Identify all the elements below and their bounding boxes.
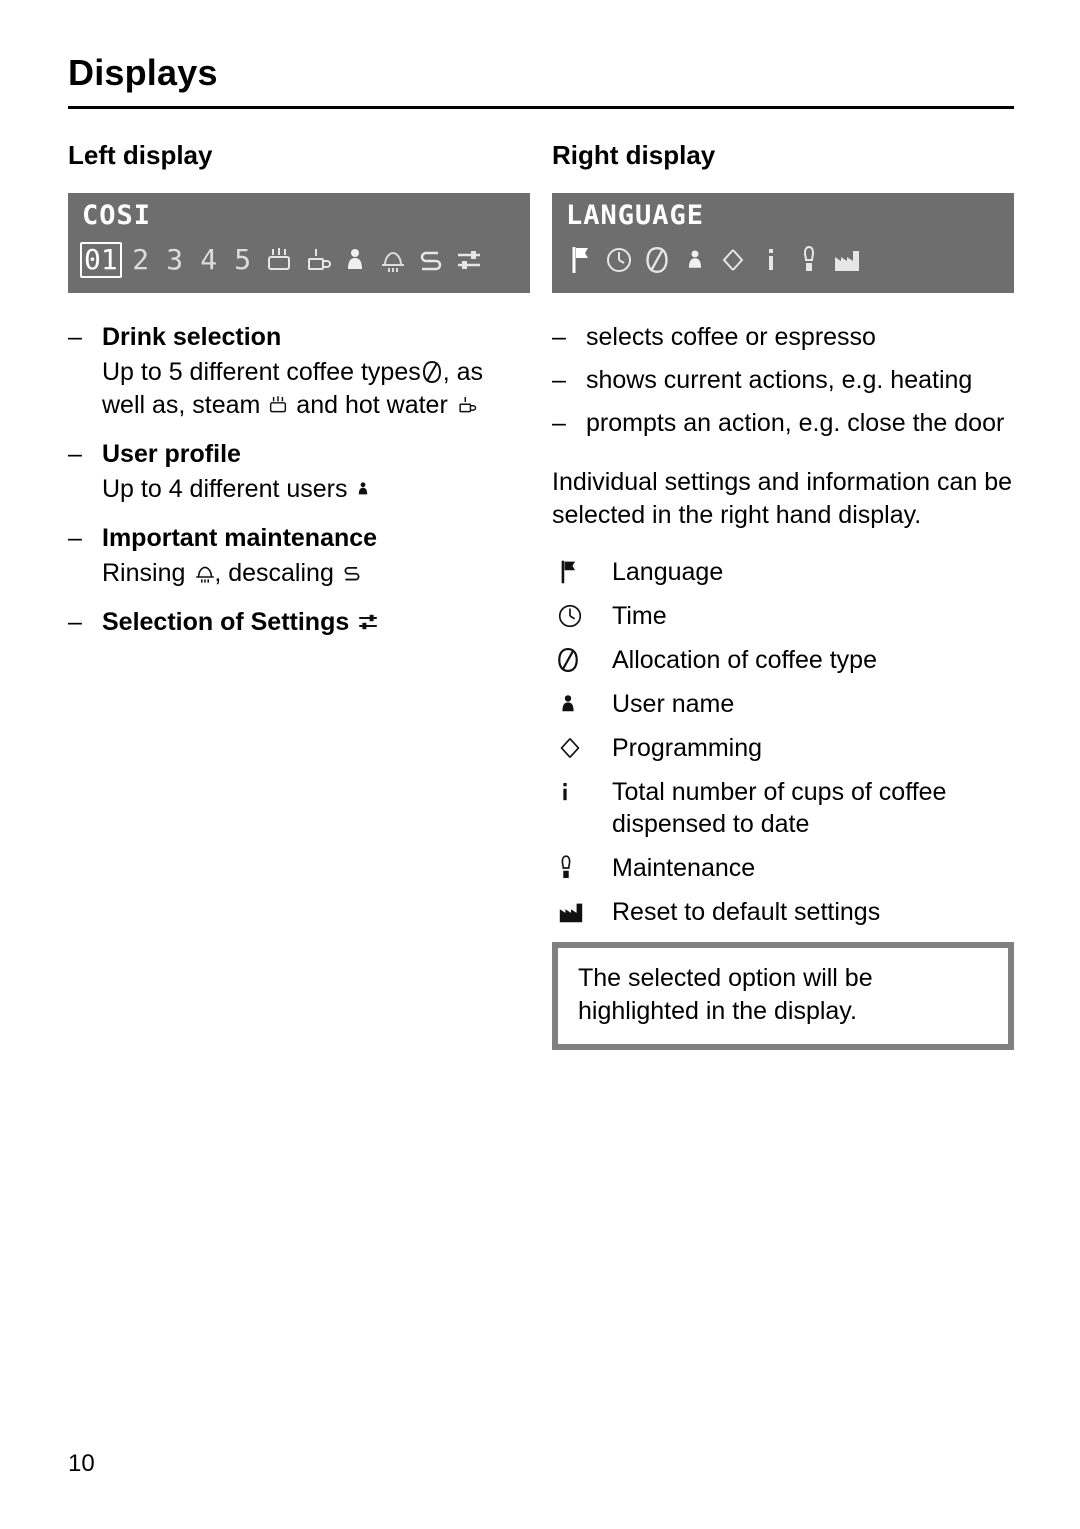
legend-item-programming: Programming <box>552 732 1014 764</box>
left-item-important-maintenance-desc: Rinsing , descaling <box>68 557 530 590</box>
left-item-user-profile: – User profile <box>68 438 530 471</box>
time-clock-icon <box>552 600 612 632</box>
document-page: Displays Left display COSI 01 2 3 4 5 – … <box>0 0 1080 1529</box>
right-description-body: – selects coffee or espresso – shows cur… <box>552 321 1014 1050</box>
desc-text-b: , descaling <box>214 559 334 587</box>
legend-item-allocation: Allocation of coffee type <box>552 644 1014 676</box>
desc-text-c: and hot water <box>296 391 448 419</box>
time-clock-icon[interactable] <box>602 243 636 277</box>
legend-item-info-label: Total number of cups of coffee dispensed… <box>612 778 947 838</box>
language-flag-icon[interactable] <box>564 243 598 277</box>
right-bullet-1-text: selects coffee or espresso <box>586 323 876 351</box>
drink-cell-3[interactable]: 3 <box>160 244 190 276</box>
steam-icon <box>267 393 289 417</box>
reset-factory-icon[interactable] <box>830 243 864 277</box>
descaling-icon <box>341 561 363 585</box>
language-flag-icon <box>552 556 612 588</box>
maintenance-icon <box>552 852 612 884</box>
left-description-body: – Drink selection Up to 5 different coff… <box>68 321 530 639</box>
right-display-icon-row <box>560 235 1006 283</box>
legend-item-time: Time <box>552 600 1014 632</box>
right-paragraph: Individual settings and information can … <box>552 468 1013 529</box>
drink-cell-2[interactable]: 2 <box>126 244 156 276</box>
left-item-drink-selection-desc: Up to 5 different coffee types, as well … <box>68 356 530 422</box>
right-bullet-2: – shows current actions, e.g. heating <box>552 364 1014 397</box>
dash-marker: – <box>552 323 566 351</box>
programming-arrow-icon <box>552 732 612 764</box>
dash-marker: – <box>552 366 566 394</box>
legend-item-reset: Reset to default settings <box>552 896 1014 928</box>
settings-icon[interactable] <box>452 243 486 277</box>
legend-item-language: Language <box>552 556 1014 588</box>
right-column-heading: Right display <box>552 140 716 170</box>
user-profile-icon[interactable] <box>338 243 372 277</box>
left-column: Left display COSI 01 2 3 4 5 – Drink sel… <box>68 140 530 641</box>
legend-item-programming-label: Programming <box>612 734 763 762</box>
desc-text-a: Rinsing <box>102 559 186 587</box>
info-icon <box>552 776 612 808</box>
desc-text-a: Up to 5 different coffee types <box>102 358 421 386</box>
legend-item-maintenance: Maintenance <box>552 852 1014 884</box>
hot-water-icon <box>455 393 477 417</box>
right-bullet-3: – prompts an action, e.g. close the door <box>552 407 1014 440</box>
legend-item-user-name-label: User name <box>612 690 735 718</box>
note-box: The selected option will be highlighted … <box>552 942 1014 1050</box>
right-bullet-2-text: shows current actions, e.g. heating <box>586 366 973 394</box>
drink-cell-1[interactable]: 01 <box>80 242 122 278</box>
rinsing-icon <box>192 561 215 585</box>
user-name-icon[interactable] <box>678 243 712 277</box>
maintenance-icon[interactable] <box>792 243 826 277</box>
legend-item-user-name: User name <box>552 688 1014 720</box>
page-title: Displays <box>68 52 218 93</box>
left-display-word: COSI <box>82 200 152 231</box>
right-display-word: LANGUAGE <box>566 200 705 231</box>
user-profile-icon <box>354 477 376 501</box>
page-number: 10 <box>68 1450 95 1477</box>
rinsing-icon[interactable] <box>376 243 410 277</box>
coffee-bean-icon[interactable] <box>640 243 674 277</box>
right-bullet-1: – selects coffee or espresso <box>552 321 1014 354</box>
title-divider <box>68 106 1014 109</box>
left-display-icon-row: 01 2 3 4 5 <box>76 235 522 283</box>
reset-factory-icon <box>552 896 612 928</box>
descaling-icon[interactable] <box>414 243 448 277</box>
coffee-bean-icon <box>421 360 443 384</box>
legend-item-reset-label: Reset to default settings <box>612 898 881 926</box>
legend-item-language-label: Language <box>612 558 724 586</box>
left-item-user-profile-desc: Up to 4 different users <box>68 473 530 506</box>
legend-item-allocation-label: Allocation of coffee type <box>612 646 877 674</box>
left-item-important-maintenance: – Important maintenance <box>68 522 530 555</box>
legend-item-time-label: Time <box>612 602 667 630</box>
left-column-heading: Left display <box>68 140 213 170</box>
hot-water-icon[interactable] <box>300 243 334 277</box>
user-name-icon <box>552 688 612 720</box>
dash-marker: – <box>68 608 82 636</box>
left-item-drink-selection: – Drink selection <box>68 321 530 354</box>
right-bullet-3-text: prompts an action, e.g. close the door <box>586 409 1005 437</box>
dash-marker: – <box>552 409 566 437</box>
legend-item-maintenance-label: Maintenance <box>612 854 756 882</box>
dash-marker: – <box>68 323 82 351</box>
desc-text-a: Up to 4 different users <box>102 475 348 503</box>
drink-cell-4[interactable]: 4 <box>194 244 224 276</box>
legend-item-info: Total number of cups of coffee dispensed… <box>552 776 1014 840</box>
right-display-panel: LANGUAGE <box>552 193 1014 293</box>
right-column: Right display LANGUAGE – selects coffee … <box>552 140 1014 1050</box>
info-icon[interactable] <box>754 243 788 277</box>
left-item-important-maintenance-term: Important maintenance <box>102 524 378 552</box>
right-legend-list: Language Time Allocation of coffee type <box>552 556 1014 928</box>
left-item-user-profile-term: User profile <box>102 440 241 468</box>
steam-icon[interactable] <box>262 243 296 277</box>
coffee-bean-icon <box>552 644 612 676</box>
settings-icon <box>356 610 378 634</box>
left-display-panel: COSI 01 2 3 4 5 <box>68 193 530 293</box>
left-item-selection-of-settings: – Selection of Settings <box>68 606 530 639</box>
left-item-selection-of-settings-term: Selection of Settings <box>102 608 350 636</box>
dash-marker: – <box>68 524 82 552</box>
programming-arrow-icon[interactable] <box>716 243 750 277</box>
dash-marker: – <box>68 440 82 468</box>
left-item-drink-selection-term: Drink selection <box>102 323 282 351</box>
drink-cell-5[interactable]: 5 <box>228 244 258 276</box>
